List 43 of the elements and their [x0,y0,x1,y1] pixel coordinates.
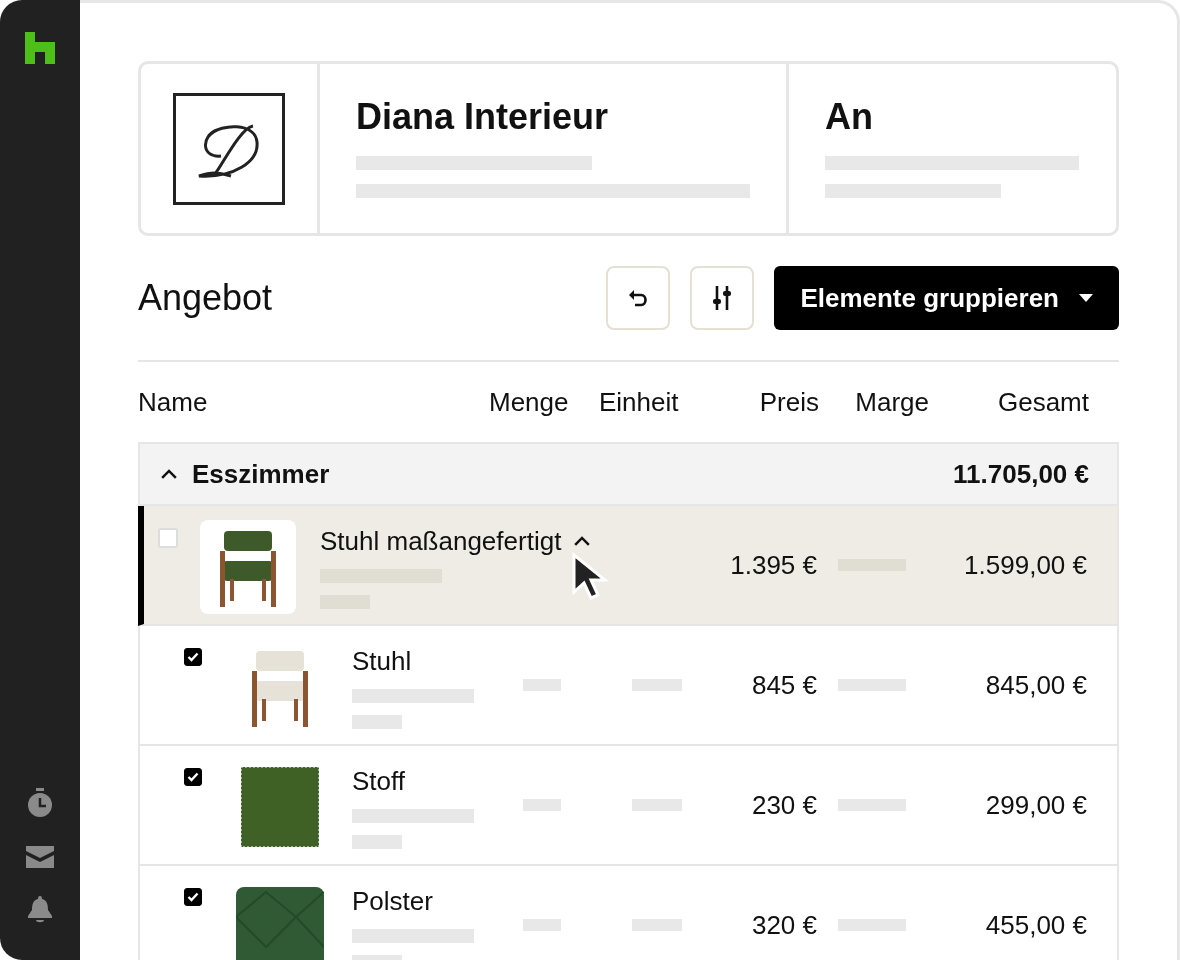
bell-icon[interactable] [26,896,54,924]
recipient-label: An [825,96,874,138]
undo-button[interactable] [606,266,671,330]
collapse-chevron-icon[interactable] [573,536,592,547]
filter-button[interactable] [690,266,755,330]
dropdown-caret-icon [1079,294,1093,302]
column-header: Preis [758,386,819,418]
logo-icon[interactable] [25,32,55,64]
group-row[interactable]: Esszimmer 11.705,00 € [138,442,1119,506]
item-name: Stoff [352,766,406,797]
total-cell-text: 299,00 € [984,789,1087,821]
checkbox[interactable] [184,888,202,906]
column-header: Gesamt [996,386,1089,418]
total-cell-text: 845,00 € [984,669,1087,701]
column-header: Name [138,386,209,418]
price-cell-text: 320 € [750,909,817,941]
total-cell-text: 1.599,00 € [963,549,1087,581]
checkbox[interactable] [184,648,202,666]
stopwatch-icon[interactable] [27,788,53,818]
price-cell-text: 230 € [750,789,817,821]
undo-icon [627,289,650,307]
item-name: Stuhl [352,646,413,677]
section-title: Angebot [138,277,274,319]
column-header: Menge [489,386,570,418]
item-name: Polster [352,886,434,917]
column-header: Einheit [599,386,680,418]
column-header: Marge [854,386,929,418]
price-cell-text: 1.395 € [729,549,817,581]
item-row[interactable]: Polster 320 € 455,00 € [138,866,1119,960]
group-name: Esszimmer [192,458,331,490]
company-name: Diana Interieur [356,96,610,138]
item-row[interactable]: Stoff 230 € 299,00 € [138,746,1119,866]
item-row[interactable]: Stuhl 845 € 845,00 € [138,626,1119,746]
group-items-button[interactable]: Elemente gruppieren [774,266,1119,330]
envelope-icon[interactable] [26,846,54,868]
price-cell-text: 845 € [750,669,817,701]
item-name: Stuhl maßangefertigt [320,526,562,557]
collapse-chevron-icon[interactable] [160,468,178,480]
total-cell-text: 455,00 € [984,909,1087,941]
checkbox[interactable] [184,768,202,786]
group-total: 11.705,00 € [953,458,1089,490]
sliders-icon [711,286,734,310]
item-row[interactable]: Stuhl maßangefertigt 1.395 € 1.599,00 € [138,506,1119,626]
